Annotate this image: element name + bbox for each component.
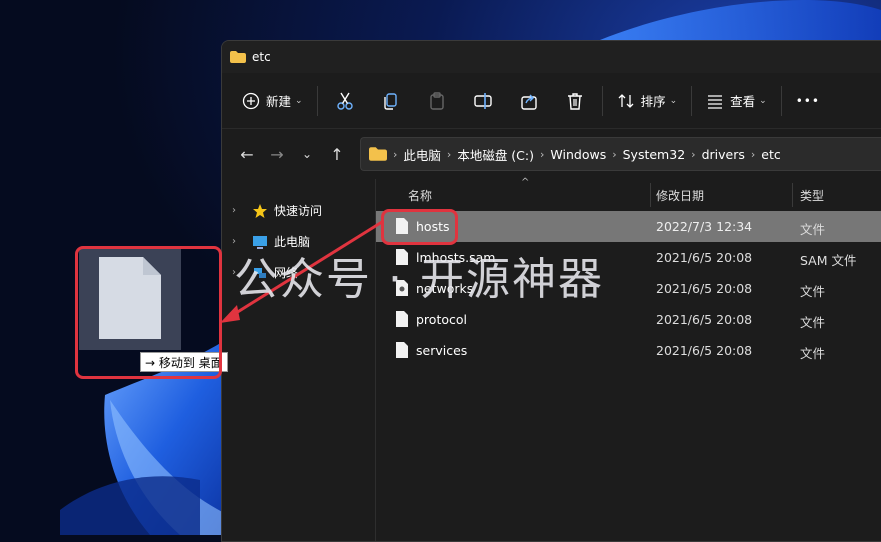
watermark-text: 公众号 · 开源神器 [234, 254, 604, 305]
